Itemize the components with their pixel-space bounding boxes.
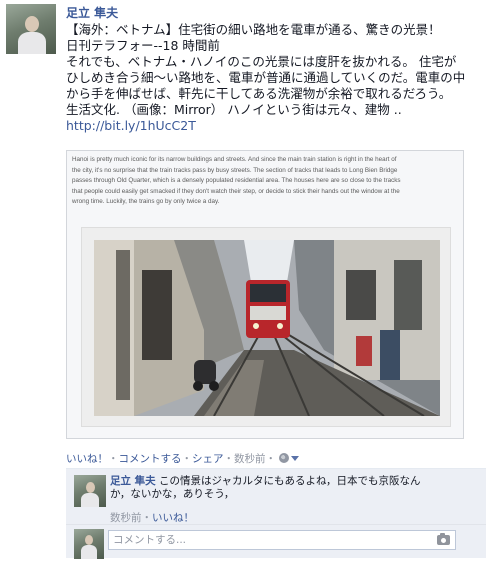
avatar-head-shape <box>85 535 93 545</box>
post-actions-bar: いいね！・コメントする・シェア・数秒前・ <box>66 451 300 466</box>
comment-timestamp[interactable]: 数秒前 <box>110 512 142 524</box>
article-caption: Hanoi is pretty much iconic for its narr… <box>72 155 458 208</box>
avatar-body-shape <box>81 493 99 507</box>
article-photo-frame <box>81 227 451 427</box>
caption-line: passes through Old Quarter, which is a d… <box>72 177 401 184</box>
current-user-avatar[interactable] <box>74 529 104 559</box>
post-source: 日刊テラフォー--18 時間前 <box>66 38 220 53</box>
post-link[interactable]: http://bit.ly/1hUcC2T <box>66 118 486 134</box>
caption-line: the city, it's no surprise that the trai… <box>72 166 398 174</box>
camera-icon[interactable] <box>437 533 450 545</box>
divider <box>66 524 486 525</box>
comment: 足立 隼夫 この情景はジャカルタにもあるよね，日本でも京阪なん か，ないかな，あ… <box>110 475 480 501</box>
caption-line: wrong time. Luckily, the trains go by on… <box>72 198 220 205</box>
share-link[interactable]: シェア <box>192 453 224 465</box>
post-body-line: それでも、ベトナム・ハノイのこの光景には度肝を抜かれる。 住宅が <box>66 54 457 69</box>
comment-link[interactable]: コメントする <box>119 453 182 465</box>
avatar-head-shape <box>86 482 95 493</box>
commenter-avatar[interactable] <box>74 475 106 507</box>
comment-meta: 数秒前・いいね！ <box>110 510 194 525</box>
post-text: 【海外：ベトナム】住宅街の細い路地を電車が通る、驚きの光景！ 日刊テラフォー--… <box>66 22 486 134</box>
avatar-body-shape <box>18 32 46 54</box>
comment-like-link[interactable]: いいね！ <box>152 512 194 524</box>
chevron-down-icon[interactable] <box>291 456 300 461</box>
post-timestamp[interactable]: 数秒前 <box>234 453 266 465</box>
comment-text-line: この情景はジャカルタにもあるよね，日本でも京阪なん <box>159 475 421 487</box>
caption-line: that people could easily get smacked if … <box>72 187 400 195</box>
author-avatar[interactable] <box>6 4 56 54</box>
post-headline: 【海外：ベトナム】住宅街の細い路地を電車が通る、驚きの光景！ <box>66 22 441 37</box>
shared-article-card[interactable]: Hanoi is pretty much iconic for its narr… <box>66 150 464 439</box>
avatar-body-shape <box>81 545 97 559</box>
post-author-name[interactable]: 足立 隼夫 <box>66 4 118 21</box>
separator: ・ <box>181 453 193 465</box>
separator: ・ <box>141 512 153 524</box>
like-link[interactable]: いいね！ <box>66 453 108 465</box>
caption-line: Hanoi is pretty much iconic for its narr… <box>72 156 397 163</box>
comment-author-name[interactable]: 足立 隼夫 <box>110 475 156 487</box>
comment-text-line: か，ないかな，ありそう， <box>110 488 235 500</box>
post-body-line: 生活文化. （画像：Mirror） ハノイという街は元々、建物 .. <box>66 102 402 117</box>
post-body-line: から手を伸ばせば、軒先に干してある洗濯物が余裕で取れるだろう。 <box>66 86 452 101</box>
post-body-line: ひしめき合う細〜い路地を、電車が普通に通過していくのだ。電車の中 <box>66 70 466 85</box>
avatar-head-shape <box>25 16 39 32</box>
separator: ・ <box>108 453 119 465</box>
separator: ・ <box>265 453 277 465</box>
train-street-photo[interactable] <box>94 240 440 416</box>
train-street-illustration <box>94 240 440 416</box>
separator: ・ <box>223 453 235 465</box>
globe-icon[interactable] <box>279 453 290 463</box>
comment-input[interactable] <box>108 530 456 550</box>
